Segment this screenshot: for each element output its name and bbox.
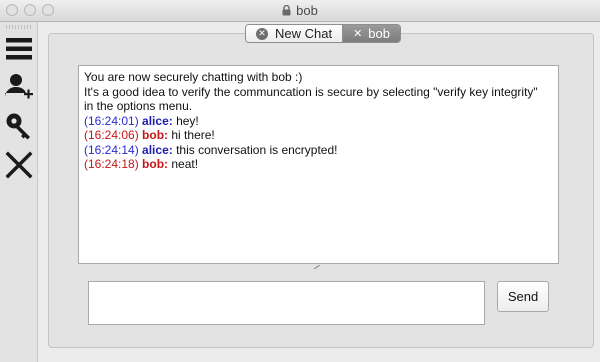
message-text: hi there! xyxy=(168,128,215,142)
system-message: in the options menu. xyxy=(84,99,193,113)
tab-label: New Chat xyxy=(275,26,333,41)
key-icon[interactable] xyxy=(3,110,35,142)
system-message: It's a good idea to verify the communcat… xyxy=(84,84,538,99)
close-icon[interactable]: ✕ xyxy=(353,27,362,40)
chat-log[interactable]: You are now securely chatting with bob :… xyxy=(78,65,559,264)
message-sender: alice: xyxy=(142,142,173,157)
message-sender: bob: xyxy=(142,128,169,142)
close-icon[interactable] xyxy=(3,149,35,181)
message-time: (16:24:14) xyxy=(84,142,139,157)
close-circle-icon[interactable]: ✕ xyxy=(256,27,268,40)
tab-label: bob xyxy=(368,26,390,41)
message-text: neat! xyxy=(168,157,199,171)
menu-icon[interactable] xyxy=(3,33,35,65)
tab-new-chat[interactable]: ✕ New Chat xyxy=(246,25,344,42)
message-input[interactable] xyxy=(88,281,485,325)
add-contact-icon[interactable] xyxy=(3,71,35,103)
window-title-text: bob xyxy=(296,3,318,18)
sidebar xyxy=(0,22,38,362)
chat-message: (16:24:06) bob: hi there! xyxy=(84,128,553,143)
message-text: hey! xyxy=(172,113,199,128)
message-time: (16:24:18) xyxy=(84,157,139,171)
message-sender: bob: xyxy=(142,157,169,171)
lock-icon xyxy=(282,4,291,19)
title-bar: bob xyxy=(0,0,600,22)
splitter-handle[interactable] xyxy=(313,264,321,270)
tab-bar: ✕ New Chat ✕ bob xyxy=(245,24,401,43)
message-time: (16:24:06) xyxy=(84,128,139,142)
system-message: You are now securely chatting with bob :… xyxy=(84,70,303,84)
chat-message: (16:24:18) bob: neat! xyxy=(84,157,553,172)
message-sender: alice: xyxy=(142,113,173,128)
chat-message: (16:24:14) alice: this conversation is e… xyxy=(84,143,553,158)
chat-message: (16:24:01) alice: hey! xyxy=(84,114,553,129)
tab-bob[interactable]: ✕ bob xyxy=(343,25,400,42)
sidebar-grip xyxy=(6,25,32,29)
message-text: this conversation is encrypted! xyxy=(172,142,338,157)
message-time: (16:24:01) xyxy=(84,113,139,128)
send-button[interactable]: Send xyxy=(497,281,549,312)
window-title: bob xyxy=(0,3,600,19)
